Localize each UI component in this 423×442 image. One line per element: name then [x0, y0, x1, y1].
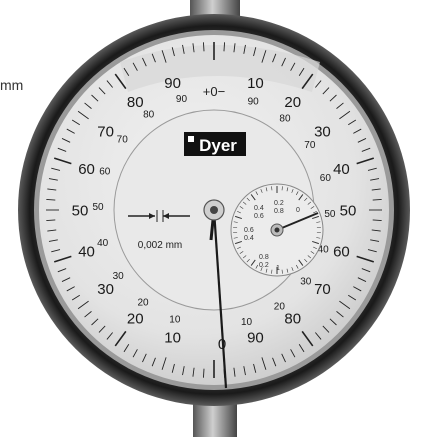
- subdial-label: 1: [276, 265, 280, 272]
- resolution-label: 0,002 mm: [138, 240, 182, 251]
- subdial-label: 0.2: [259, 262, 269, 269]
- inner-scale-number: 50: [92, 202, 104, 213]
- subdial-label: 0.8: [274, 208, 284, 215]
- scale-tick: [373, 220, 382, 221]
- outer-scale-number: 70: [97, 123, 114, 140]
- inner-scale-number: 80: [279, 114, 291, 125]
- inner-scale-number: 20: [137, 297, 149, 308]
- outer-scale-number: 60: [333, 244, 350, 261]
- outer-scale-number: 10: [247, 75, 264, 92]
- svg-text:Dyer: Dyer: [199, 136, 237, 155]
- scale-tick: [203, 369, 204, 378]
- brand-logo: Dyer: [184, 132, 246, 156]
- inner-scale-number: 10: [169, 315, 181, 326]
- outer-scale-number: 80: [284, 311, 301, 328]
- outer-scale-number: 50: [340, 202, 357, 219]
- scale-tick: [224, 42, 225, 51]
- scale-tick: [46, 220, 55, 221]
- scale-tick: [203, 42, 204, 51]
- inner-scale-number: 20: [274, 301, 286, 312]
- scale-tick: [46, 199, 55, 200]
- inner-scale-number: 80: [143, 110, 155, 121]
- outer-scale-number: 30: [97, 281, 114, 298]
- inner-scale-number: 30: [300, 276, 312, 287]
- dial-indicator-photo: mm 10 20 30 40 50 60 70 80 90 0 10 20 30 40 50 60 70 80 90…: [0, 0, 423, 437]
- subdial-label: 0.4: [244, 235, 254, 242]
- outer-scale-number: 80: [127, 94, 144, 111]
- inner-scale-number: 30: [113, 271, 125, 282]
- corner-unit-text: mm: [0, 77, 23, 93]
- subdial-label: 0.8: [259, 254, 269, 261]
- outer-scale-number: 40: [78, 244, 95, 261]
- outer-scale-number: 40: [333, 161, 350, 178]
- outer-scale-number: 20: [127, 311, 144, 328]
- subdial-label: 0.6: [254, 213, 264, 220]
- inner-scale-number: 70: [117, 135, 129, 146]
- outer-scale-number: 70: [314, 281, 331, 298]
- inner-scale-number: 10: [241, 317, 253, 328]
- zero-mark-label: +0−: [203, 84, 225, 99]
- outer-scale-number: 20: [284, 94, 301, 111]
- inner-scale-number: 40: [97, 238, 109, 249]
- inner-scale-number: 90: [176, 94, 188, 105]
- outer-scale-number: 50: [72, 202, 89, 219]
- revolution-counter-dial: 0.4 0.6 0.2 0.8 0 0.6 0.4 0.8 0.2 1: [231, 184, 323, 276]
- outer-scale-number: 30: [314, 123, 331, 140]
- subdial-label: 0.6: [244, 227, 254, 234]
- outer-scale-number: 10: [164, 330, 181, 347]
- inner-scale-number: 50: [324, 209, 336, 220]
- subdial-label: 0.2: [274, 200, 284, 207]
- inner-scale-number: 60: [320, 173, 332, 184]
- subdial-label: 0.4: [254, 205, 264, 212]
- scale-tick: [373, 199, 382, 200]
- inner-scale-number: 60: [99, 166, 111, 177]
- outer-scale-number: 90: [164, 75, 181, 92]
- outer-scale-number: 60: [78, 161, 95, 178]
- outer-scale-number: 90: [247, 330, 264, 347]
- inner-scale-number: 70: [304, 140, 316, 151]
- inner-scale-number: 90: [248, 96, 260, 107]
- subdial-label: 0: [296, 207, 300, 214]
